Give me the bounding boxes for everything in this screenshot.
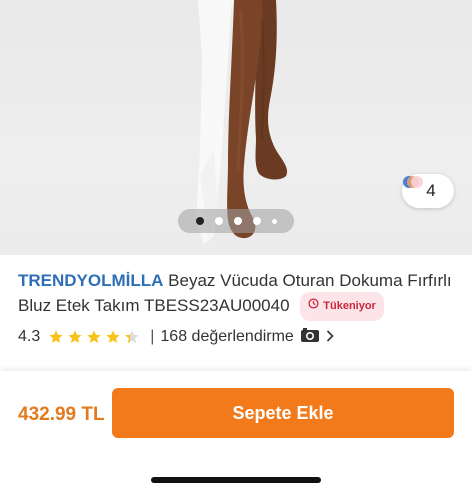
low-stock-badge: Tükeniyor — [300, 292, 384, 321]
separator: | — [150, 328, 155, 345]
pagination-dot[interactable] — [195, 217, 204, 225]
star-full-icon — [68, 330, 82, 343]
star-full-icon — [87, 330, 101, 343]
brand-link[interactable]: TRENDYOLMİLLA — [18, 271, 163, 290]
variant-count: 4 — [426, 181, 436, 200]
star-partial-icon — [125, 330, 139, 343]
product-title: TRENDYOLMİLLA Beyaz Vücuda Oturan Dokuma… — [18, 269, 458, 321]
purchase-bar: 432.99 TL Sepete Ekle — [0, 371, 472, 490]
product-image[interactable]: 4 — [0, 0, 472, 255]
chevron-right-icon[interactable] — [326, 329, 334, 345]
pagination-dot[interactable] — [271, 218, 277, 224]
pagination-dot[interactable] — [252, 217, 261, 225]
add-to-cart-button[interactable]: Sepete Ekle — [112, 388, 454, 438]
home-indicator[interactable] — [151, 477, 321, 483]
star-full-icon — [49, 330, 63, 343]
image-pagination[interactable] — [178, 209, 294, 233]
rating-row[interactable]: 4.3 | 168 değerlendirme — [18, 326, 334, 348]
star-full-icon — [106, 330, 120, 343]
clock-icon — [308, 295, 319, 318]
variant-chip[interactable]: 4 — [402, 174, 454, 208]
pagination-dot[interactable] — [214, 217, 223, 225]
price: 432.99 TL — [18, 404, 105, 425]
rating-stars — [48, 329, 140, 345]
camera-icon — [300, 327, 320, 347]
pagination-dot[interactable] — [233, 217, 242, 225]
rating-score: 4.3 — [18, 328, 41, 345]
review-count[interactable]: 168 değerlendirme — [160, 328, 293, 346]
badge-label: Tükeniyor — [323, 300, 376, 312]
